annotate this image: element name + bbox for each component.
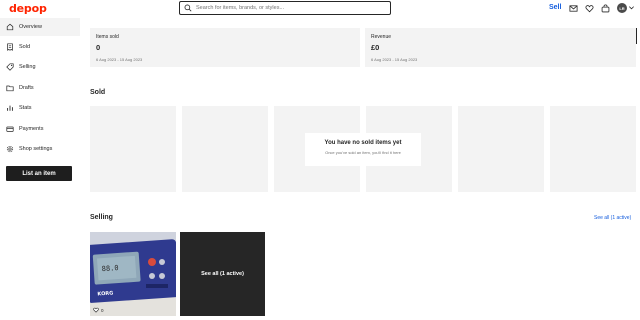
empty-state-title: You have no sold items yet [324,140,402,146]
house-icon [6,23,14,31]
heart-icon [93,307,99,313]
sidebar-item-label: Payments [19,126,44,132]
items-sold-value: 0 [96,43,101,52]
top-header: depop Sell LR [0,0,640,18]
gear-icon [6,145,14,153]
sell-link[interactable]: Sell [549,4,561,11]
bag-icon [601,3,609,12]
items-sold-card: Items sold 0 6 Aug 2023 - 15 Aug 2023 [90,28,360,67]
revenue-value: £0 [371,43,380,52]
search-icon [184,4,192,12]
listing-likes[interactable]: 0 [93,307,104,313]
sidebar-item-selling[interactable]: Selling [0,58,80,76]
sold-section-title: Sold [90,89,106,96]
items-sold-dates: 6 Aug 2023 - 15 Aug 2023 [96,57,143,62]
likes-button[interactable] [584,3,594,13]
sold-placeholder [90,106,176,192]
sidebar-item-label: Shop settings [19,146,53,152]
tag-icon [6,63,14,71]
scroll-handle[interactable] [636,28,640,44]
sidebar-item-shop-settings[interactable]: Shop settings [0,140,80,158]
sidebar-item-stats[interactable]: Stats [0,99,80,117]
svg-text:88.0: 88.0 [101,264,118,273]
product-photo: 88.0 KORG [90,232,176,316]
revenue-card: Revenue £0 6 Aug 2023 - 15 Aug 2023 [365,28,636,67]
selling-section-title: Selling [90,214,113,221]
receipt-icon [7,43,13,51]
sidebar-item-sold[interactable]: Sold [0,38,80,56]
product-brand-text: KORG [97,290,113,297]
folder-icon [6,85,14,92]
sidebar-item-label: Selling [19,64,36,70]
sidebar-item-label: Overview [19,24,42,30]
search-bar[interactable] [179,1,391,15]
items-sold-label: Items sold [96,34,119,40]
messages-button[interactable] [568,3,578,13]
likes-count: 0 [101,307,104,313]
sidebar-item-payments[interactable]: Payments [0,120,80,138]
chevron-down-icon[interactable] [628,4,635,11]
sold-placeholder [458,106,544,192]
mail-icon [568,4,578,12]
depop-logo[interactable]: depop [9,2,47,15]
sold-placeholder [182,106,268,192]
sidebar-item-drafts[interactable]: Drafts [0,79,80,97]
bar-chart-icon [7,105,13,111]
sold-placeholder [550,106,636,192]
search-input[interactable] [196,3,386,13]
see-all-link[interactable]: See all (1 active) [594,215,631,221]
heart-icon [584,4,594,12]
sidebar-item-label: Sold [19,44,31,50]
sold-empty-state: You have no sold items yet Once you've s… [305,133,421,166]
card-icon [6,126,14,132]
revenue-dates: 6 Aug 2023 - 15 Aug 2023 [371,57,418,62]
sidebar: Overview Sold Selling Drafts Stats Payme… [0,18,80,320]
sidebar-item-label: Drafts [19,85,34,91]
sidebar-item-overview[interactable]: Overview [0,18,80,36]
empty-state-subtitle: Once you've sold an item, you'll find it… [325,150,401,155]
avatar[interactable]: LR [617,3,627,13]
bag-button[interactable] [600,3,610,13]
listing-card[interactable]: 88.0 KORG [90,232,176,316]
revenue-label: Revenue [371,34,392,40]
list-item-button[interactable]: List an item [6,166,72,181]
sidebar-item-label: Stats [19,105,32,111]
see-all-tile[interactable]: See all (1 active) [180,232,265,316]
